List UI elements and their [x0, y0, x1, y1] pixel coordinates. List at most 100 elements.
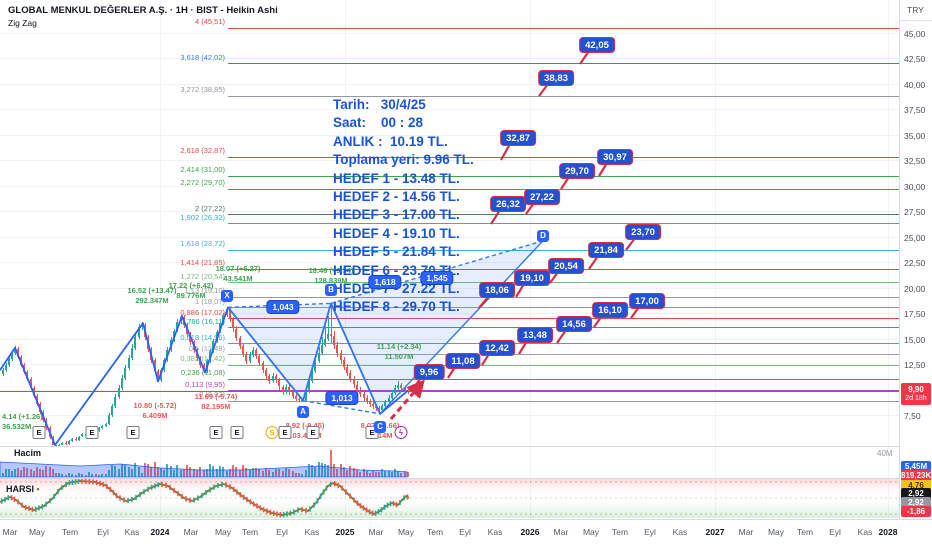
harmonic-point-b[interactable]: B: [325, 284, 337, 297]
fib-level-line[interactable]: [228, 156, 899, 158]
target-callout-label[interactable]: 11,08: [445, 353, 481, 369]
time-axis-month[interactable]: Mar: [554, 527, 569, 537]
volume-bar: [400, 472, 403, 477]
fib-level-line[interactable]: [228, 188, 899, 190]
target-callout-label[interactable]: 19,10: [514, 270, 550, 286]
time-axis-year[interactable]: 2024: [151, 527, 170, 537]
earnings-marker[interactable]: E: [126, 426, 140, 439]
time-axis-month[interactable]: Kas: [488, 527, 503, 537]
time-axis-month[interactable]: Tem: [612, 527, 628, 537]
time-axis-month[interactable]: May: [215, 527, 231, 537]
target-callout-label[interactable]: 30,97: [597, 149, 633, 165]
harmonic-point-c[interactable]: C: [374, 420, 386, 433]
target-callout-label[interactable]: 42,05: [579, 37, 615, 53]
time-axis-month[interactable]: May: [398, 527, 414, 537]
fib-level-line[interactable]: [228, 364, 899, 366]
pane-separator-volume[interactable]: [0, 446, 932, 447]
target-callout-label[interactable]: 14,56: [556, 316, 592, 332]
target-callout-label[interactable]: 26,32: [490, 196, 526, 212]
earnings-marker[interactable]: E: [85, 426, 99, 439]
harmonic-ratio-label[interactable]: 1,545: [420, 271, 454, 285]
target-callout-label[interactable]: 38,83: [538, 70, 574, 86]
fib-level-line[interactable]: [228, 307, 899, 309]
time-axis-month[interactable]: May: [29, 527, 45, 537]
candle-body: [163, 360, 166, 371]
time-axis-month[interactable]: Kas: [673, 527, 688, 537]
target-callout-label[interactable]: 27,22: [524, 189, 560, 205]
time-axis-month[interactable]: Tem: [427, 527, 443, 537]
target-callout-label[interactable]: 29,70: [559, 163, 595, 179]
fib-level-label: 2,272 (29,70): [180, 178, 225, 188]
volume-bar: [176, 465, 179, 477]
earnings-marker[interactable]: E: [209, 426, 223, 439]
target-callout-label[interactable]: 32,87: [500, 130, 536, 146]
target-callout-label[interactable]: 16,10: [592, 302, 628, 318]
event-bolt-marker[interactable]: ϟ: [394, 426, 408, 439]
fib-level-line[interactable]: [228, 296, 899, 298]
target-callout-label[interactable]: 13,48: [517, 327, 553, 343]
time-axis-month[interactable]: Tem: [242, 527, 258, 537]
fib-level-line[interactable]: [228, 354, 899, 356]
fib-level-line[interactable]: [228, 223, 899, 225]
harmonic-ratio-label[interactable]: 1,618: [368, 275, 402, 289]
target-callout-label[interactable]: 20,54: [548, 258, 584, 274]
fib-level-line[interactable]: [228, 378, 899, 380]
time-axis[interactable]: Mar May Tem Eyl Kas 2024 Mar May Tem Eyl Kas 2025 Ma…: [0, 519, 932, 550]
currency-label[interactable]: TRY: [907, 5, 924, 15]
time-axis-month[interactable]: Kas: [125, 527, 140, 537]
earnings-marker[interactable]: E: [306, 426, 320, 439]
time-axis-month[interactable]: Mar: [369, 527, 384, 537]
split-marker[interactable]: S: [265, 426, 279, 439]
volume-pane-label[interactable]: Hacim: [14, 448, 41, 458]
fib-level-line[interactable]: [228, 95, 899, 97]
fib-level-line[interactable]: [228, 343, 899, 345]
target-info-text[interactable]: Tarih: 30/4/25 Saat: 00 : 28 ANLIK : 10.19…: [333, 96, 474, 317]
candle-body: [20, 357, 23, 366]
current-price-badge[interactable]: 9,90 2d 18h: [901, 383, 931, 405]
time-axis-year[interactable]: 2028: [879, 527, 898, 537]
target-callout-label[interactable]: 18,06: [479, 282, 515, 298]
time-axis-month[interactable]: Eyl: [459, 527, 471, 537]
target-callout-label[interactable]: 9,96: [413, 364, 445, 380]
target-callout-label[interactable]: 12,42: [479, 340, 515, 356]
time-axis-month[interactable]: Tem: [62, 527, 78, 537]
time-axis-month[interactable]: May: [768, 527, 784, 537]
harmonic-ratio-label[interactable]: 1,043: [266, 300, 300, 314]
harmonic-point-a[interactable]: A: [297, 405, 309, 418]
earnings-marker[interactable]: E: [32, 426, 46, 439]
pane-separator-harsi[interactable]: [0, 478, 932, 479]
fib-level-line[interactable]: [228, 214, 899, 216]
time-axis-month[interactable]: Mar: [3, 527, 18, 537]
time-axis-month[interactable]: Eyl: [276, 527, 288, 537]
fib-level-line[interactable]: [228, 249, 899, 251]
time-axis-month[interactable]: Eyl: [97, 527, 109, 537]
harmonic-point-x[interactable]: X: [221, 290, 233, 303]
volume-bar: [71, 474, 74, 477]
earnings-marker[interactable]: E: [278, 426, 292, 439]
fib-level-line[interactable]: [228, 63, 899, 65]
time-axis-month[interactable]: Eyl: [829, 527, 841, 537]
volume-bar: [212, 466, 215, 477]
time-axis-month[interactable]: Mar: [739, 527, 754, 537]
target-callout-label[interactable]: 21,84: [588, 242, 624, 258]
candle-body: [124, 368, 127, 379]
fib-level-line[interactable]: [228, 27, 899, 29]
earnings-marker[interactable]: E: [230, 426, 244, 439]
indicator-zigzag-label[interactable]: Zig Zag: [8, 18, 37, 28]
symbol-title[interactable]: GLOBAL MENKUL DEĞERLER A.Ş. · 1H · BIST …: [8, 5, 278, 16]
time-axis-month[interactable]: Kas: [858, 527, 873, 537]
time-axis-month[interactable]: Eyl: [644, 527, 656, 537]
time-axis-month[interactable]: May: [583, 527, 599, 537]
time-axis-month[interactable]: Tem: [797, 527, 813, 537]
harmonic-ratio-label[interactable]: 1,013: [325, 391, 359, 405]
time-axis-year[interactable]: 2025: [336, 527, 355, 537]
time-axis-month[interactable]: Kas: [305, 527, 320, 537]
time-axis-month[interactable]: Mar: [184, 527, 199, 537]
time-axis-year[interactable]: 2026: [521, 527, 540, 537]
price-axis[interactable]: TRY 45,00 42,50 40,00 37,50 35,00 32,50 30,00 2…: [899, 0, 932, 550]
target-callout-label[interactable]: 17,00: [629, 293, 665, 309]
harmonic-point-d[interactable]: D: [537, 229, 549, 242]
time-axis-year[interactable]: 2027: [706, 527, 725, 537]
harsi-pane-label[interactable]: HARSI •: [6, 484, 40, 494]
target-callout-label[interactable]: 23,70: [625, 224, 661, 240]
